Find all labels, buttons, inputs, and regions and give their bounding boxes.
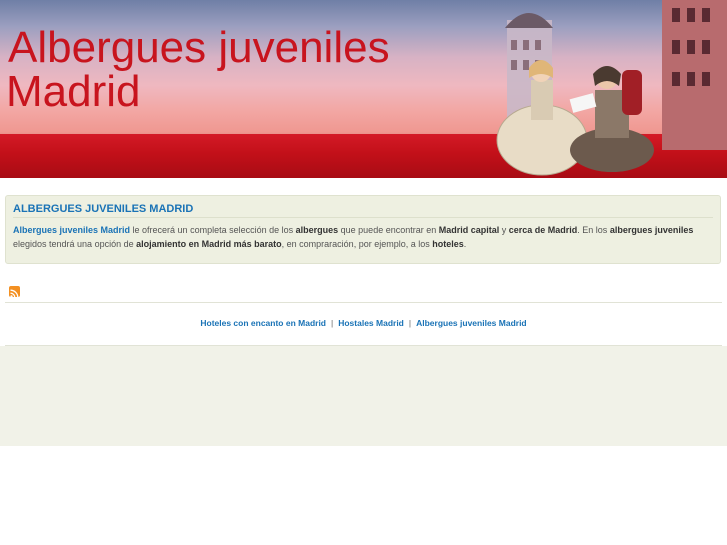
footer-link-hoteles[interactable]: Hoteles con encanto en Madrid bbox=[200, 318, 326, 328]
footer-link-albergues[interactable]: Albergues juveniles Madrid bbox=[416, 318, 527, 328]
footer-link-hostales[interactable]: Hostales Madrid bbox=[338, 318, 404, 328]
footer-divider-top bbox=[5, 302, 722, 303]
intro-link-albergues-madrid[interactable]: Albergues juveniles Madrid bbox=[13, 225, 130, 235]
rss-icon[interactable] bbox=[9, 286, 20, 298]
footer-separator: | bbox=[331, 318, 334, 328]
footer-nav: Hoteles con encanto en Madrid | Hostales M… bbox=[0, 318, 727, 328]
intro-heading: ALBERGUES JUVENILES MADRID bbox=[13, 203, 194, 215]
footer-divider-bottom bbox=[5, 345, 722, 346]
footer-separator: | bbox=[408, 318, 412, 328]
madrid-meninas-illustration bbox=[496, 0, 727, 176]
intro-box: ALBERGUES JUVENILES MADRID Albergues juv… bbox=[5, 195, 721, 264]
site-title-line2[interactable]: Madrid bbox=[6, 70, 141, 114]
intro-divider bbox=[13, 217, 713, 218]
site-title-line1[interactable]: Albergues juveniles bbox=[8, 26, 390, 70]
intro-text: Albergues juveniles Madrid le ofrecerá u… bbox=[13, 225, 694, 249]
main-content: ALBERGUES JUVENILES MADRID Albergues juv… bbox=[0, 178, 727, 446]
rss-glyph-icon bbox=[10, 289, 19, 298]
site-header: Albergues juveniles Madrid bbox=[0, 0, 727, 178]
